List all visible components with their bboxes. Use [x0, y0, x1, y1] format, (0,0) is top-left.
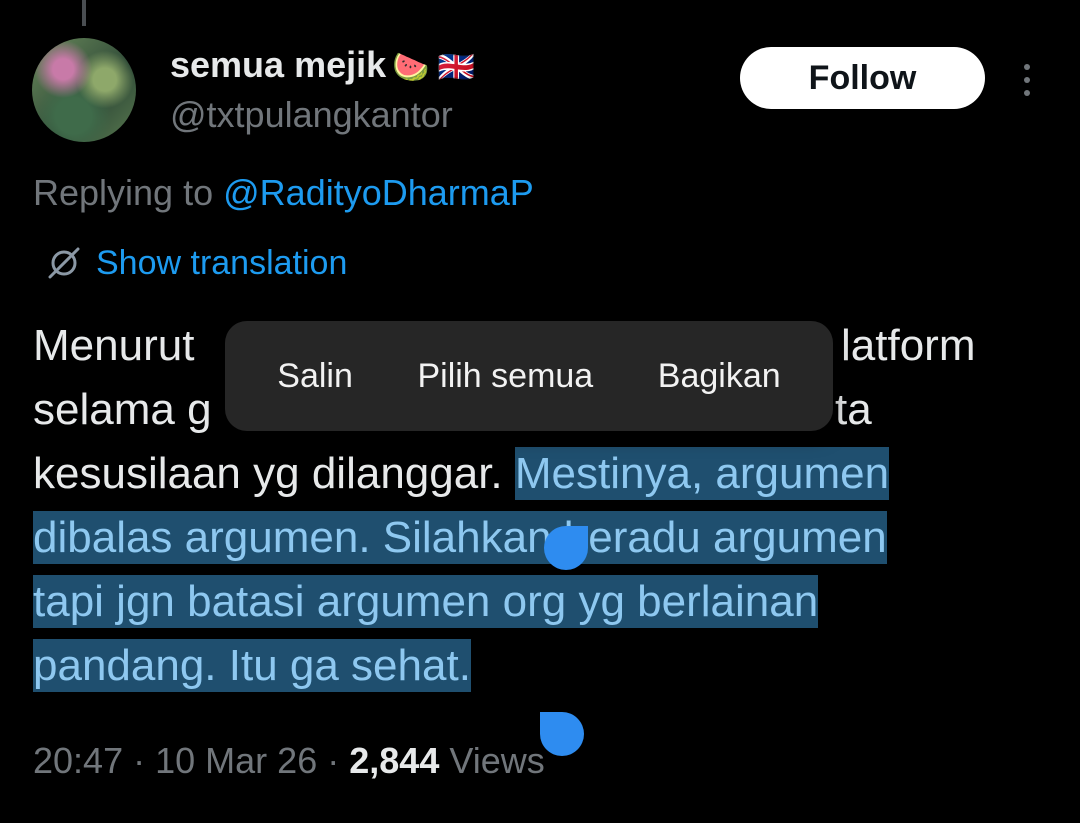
- replying-to: Replying to @RadityoDharmaP: [33, 172, 534, 214]
- thread-connector-line: [82, 0, 86, 26]
- tweet-time[interactable]: 20:47: [33, 740, 123, 781]
- select-all-menu-item[interactable]: Pilih semua: [417, 357, 593, 396]
- tweet-line[interactable]: tapi jgn batasi argumen org yg berlainan: [33, 570, 1043, 634]
- avatar[interactable]: [32, 38, 136, 142]
- share-menu-item[interactable]: Bagikan: [658, 357, 781, 396]
- tweet-date[interactable]: 10 Mar 26: [155, 740, 317, 781]
- tweet-line[interactable]: dibalas argumen. Silahkan beradu argumen: [33, 506, 1043, 570]
- author-handle[interactable]: @txtpulangkantor: [170, 94, 453, 136]
- follow-button[interactable]: Follow: [740, 47, 985, 109]
- replying-to-prefix: Replying to: [33, 172, 214, 213]
- show-translation-button[interactable]: Show translation: [44, 243, 347, 283]
- views-count[interactable]: 2,844: [349, 740, 439, 781]
- selected-text[interactable]: Mestinya, argumen: [514, 447, 890, 500]
- selected-text[interactable]: pandang. Itu ga sehat.: [33, 639, 471, 692]
- more-options-icon[interactable]: [1012, 58, 1042, 102]
- text-selection-menu: Salin Pilih semua Bagikan: [225, 321, 833, 431]
- selection-end-handle[interactable]: [540, 712, 584, 756]
- author-name-row[interactable]: semua mejik 🍉 🇬🇧: [170, 44, 475, 86]
- translate-icon: [48, 247, 80, 279]
- tweet-text-fragment[interactable]: Menurut: [33, 321, 194, 370]
- selected-text[interactable]: tapi jgn batasi argumen org yg berlainan: [33, 575, 819, 628]
- tweet-meta: 20:47 · 10 Mar 26 · 2,844 Views: [33, 740, 545, 782]
- separator: ·: [133, 740, 146, 781]
- reply-mention-link[interactable]: @RadityoDharmaP: [223, 172, 534, 213]
- author-emojis: 🍉 🇬🇧: [392, 51, 476, 84]
- views-label[interactable]: Views: [449, 740, 544, 781]
- selection-start-handle[interactable]: [544, 526, 588, 570]
- tweet-text-fragment[interactable]: kesusilaan yg dilanggar.: [33, 449, 515, 498]
- selected-text[interactable]: dibalas argumen. Silahkan beradu argumen: [33, 511, 887, 564]
- tweet-text-fragment[interactable]: ta: [835, 378, 872, 442]
- separator: ·: [327, 740, 340, 781]
- copy-menu-item[interactable]: Salin: [277, 357, 353, 396]
- tweet-line[interactable]: pandang. Itu ga sehat.: [33, 634, 1043, 698]
- show-translation-label[interactable]: Show translation: [96, 244, 347, 283]
- tweet-line[interactable]: kesusilaan yg dilanggar. Mestinya, argum…: [33, 442, 1043, 506]
- tweet-text-fragment[interactable]: latform: [841, 314, 975, 378]
- author-name[interactable]: semua mejik: [170, 44, 386, 85]
- tweet-text-fragment[interactable]: selama g: [33, 385, 212, 434]
